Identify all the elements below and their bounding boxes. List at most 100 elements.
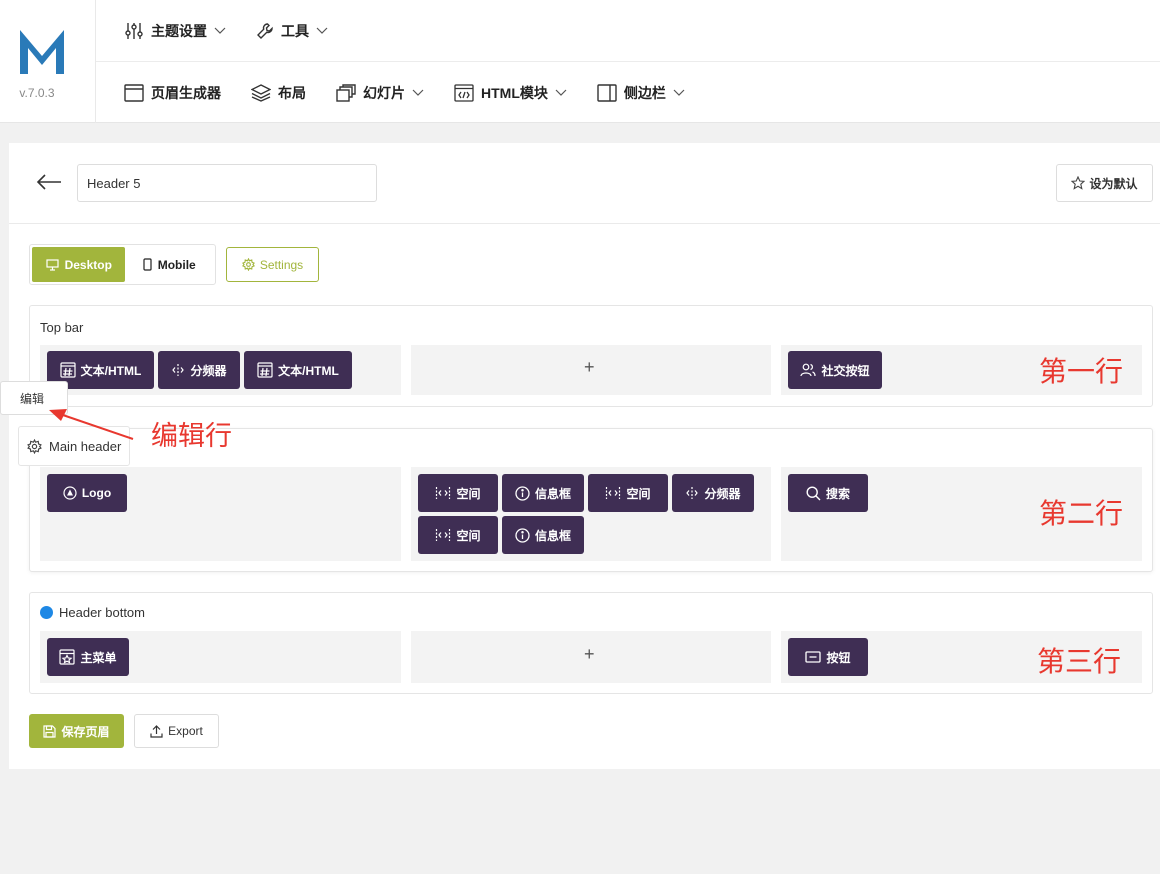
- hash-icon: [257, 362, 273, 378]
- button-icon: [805, 651, 822, 663]
- spacer-icon: [436, 529, 451, 541]
- spacer-icon: [436, 487, 451, 499]
- export-label: Export: [168, 724, 203, 738]
- save-icon: [43, 724, 57, 738]
- chevron-down-icon: [214, 27, 226, 34]
- layers-icon: [251, 83, 271, 102]
- element-chip[interactable]: 文本/HTML: [244, 351, 352, 389]
- nav-theme-settings[interactable]: 主题设置: [124, 21, 226, 41]
- set-default-label: 设为默认: [1089, 176, 1138, 191]
- settings-button[interactable]: Settings: [226, 247, 319, 282]
- element-chip[interactable]: 分频器: [672, 474, 754, 512]
- upload-icon: [150, 724, 163, 738]
- window-icon: [124, 83, 144, 102]
- info-icon: [515, 485, 530, 501]
- nav-label: 工具: [281, 22, 309, 39]
- nav-html-modules[interactable]: HTML模块: [454, 83, 567, 103]
- chip-label: 搜索: [825, 486, 850, 501]
- hash-icon: [60, 362, 76, 378]
- add-element-button[interactable]: +: [584, 357, 595, 378]
- element-chip[interactable]: 主菜单: [47, 638, 129, 676]
- chevron-down-icon: [412, 89, 424, 96]
- top-navbar: v.7.0.3 主题设置 工具 页眉生成器 布局 幻灯片 HTML模块 侧边栏: [0, 0, 1160, 123]
- mobile-label: Mobile: [157, 257, 196, 272]
- element-chip[interactable]: 按钮: [788, 638, 868, 676]
- chip-label: 文本/HTML: [278, 363, 339, 378]
- save-header-button[interactable]: 保存页眉: [29, 714, 124, 748]
- nav-label: 页眉生成器: [151, 84, 221, 101]
- annotation-row3: 第三行: [1037, 645, 1122, 678]
- row-label: Top bar: [40, 320, 84, 335]
- set-default-button[interactable]: 设为默认: [1056, 164, 1153, 202]
- star-icon: [1071, 176, 1086, 190]
- wrench-icon: [257, 22, 273, 39]
- nav-tools[interactable]: 工具: [256, 21, 328, 41]
- logo-column: v.7.0.3: [0, 0, 96, 123]
- chip-label: 社交按钮: [821, 363, 870, 378]
- m-logo-icon[interactable]: [18, 26, 66, 74]
- element-chip[interactable]: 搜索: [788, 474, 868, 512]
- element-chip[interactable]: Logo: [47, 474, 127, 512]
- chevron-down-icon: [316, 27, 328, 34]
- save-label: 保存页眉: [61, 724, 110, 739]
- phone-icon: [143, 258, 152, 271]
- element-chip[interactable]: 分频器: [158, 351, 240, 389]
- code-icon: [454, 83, 474, 102]
- nav-layout[interactable]: 布局: [251, 83, 306, 103]
- chip-label: 主菜单: [80, 650, 117, 665]
- info-icon: [515, 527, 530, 543]
- chip-label: 按钮: [826, 650, 851, 665]
- chip-label: 文本/HTML: [80, 363, 142, 378]
- element-chip[interactable]: 空间: [588, 474, 668, 512]
- annotation-arrow: [49, 409, 134, 440]
- sidebar-icon: [597, 83, 617, 102]
- version-label: v.7.0.3: [19, 86, 55, 100]
- divider: [9, 223, 1160, 224]
- users-icon: [800, 363, 817, 377]
- header-name-input[interactable]: [77, 164, 377, 202]
- element-chip[interactable]: 信息框: [502, 516, 584, 554]
- element-chip[interactable]: 空间: [418, 474, 498, 512]
- nav-row-secondary: 页眉生成器 布局 幻灯片 HTML模块 侧边栏: [96, 62, 1160, 123]
- chip-label: Logo: [81, 486, 112, 500]
- nav-row-primary: 主题设置 工具: [96, 0, 1160, 62]
- chevron-down-icon: [555, 89, 567, 96]
- element-chip[interactable]: 信息框: [502, 474, 584, 512]
- chip-label: 空间: [456, 486, 481, 501]
- annotation-row2: 第二行: [1039, 497, 1124, 530]
- tooltip-label: 编辑: [20, 391, 45, 406]
- menu-icon: [59, 649, 76, 665]
- slides-icon: [336, 83, 356, 102]
- back-arrow-icon[interactable]: [36, 172, 62, 192]
- element-chip[interactable]: 社交按钮: [788, 351, 882, 389]
- chip-label: 信息框: [534, 528, 571, 543]
- status-dot: [40, 606, 53, 619]
- export-button[interactable]: Export: [134, 714, 219, 748]
- nav-label: 主题设置: [151, 22, 207, 39]
- chip-label: 分频器: [704, 486, 741, 501]
- nav-label: 幻灯片: [363, 84, 405, 101]
- search-icon: [806, 485, 821, 500]
- desktop-tab[interactable]: Desktop: [32, 247, 126, 282]
- add-element-button[interactable]: +: [584, 644, 595, 665]
- divider-icon: [172, 364, 185, 376]
- row-label-wrap: Header bottom: [40, 605, 145, 620]
- nav-label: 布局: [278, 84, 306, 101]
- annotation-row1: 第一行: [1039, 355, 1124, 388]
- chip-label: 空间: [456, 528, 481, 543]
- device-toggle: Desktop Mobile: [29, 244, 216, 285]
- mobile-tab[interactable]: Mobile: [125, 247, 213, 282]
- gear-icon: [27, 439, 42, 454]
- nav-label: HTML模块: [481, 84, 548, 101]
- desktop-label: Desktop: [64, 257, 112, 272]
- element-chip[interactable]: 空间: [418, 516, 498, 554]
- gear-icon: [241, 258, 255, 271]
- nav-slides[interactable]: 幻灯片: [336, 83, 424, 103]
- nav-header-builder[interactable]: 页眉生成器: [124, 83, 221, 103]
- chip-label: 信息框: [534, 486, 571, 501]
- annotation-edit-row: 编辑行: [151, 421, 232, 452]
- row-label: Header bottom: [59, 605, 145, 620]
- spacer-icon: [606, 487, 621, 499]
- settings-label: Settings: [259, 257, 304, 272]
- nav-sidebar[interactable]: 侧边栏: [597, 83, 685, 103]
